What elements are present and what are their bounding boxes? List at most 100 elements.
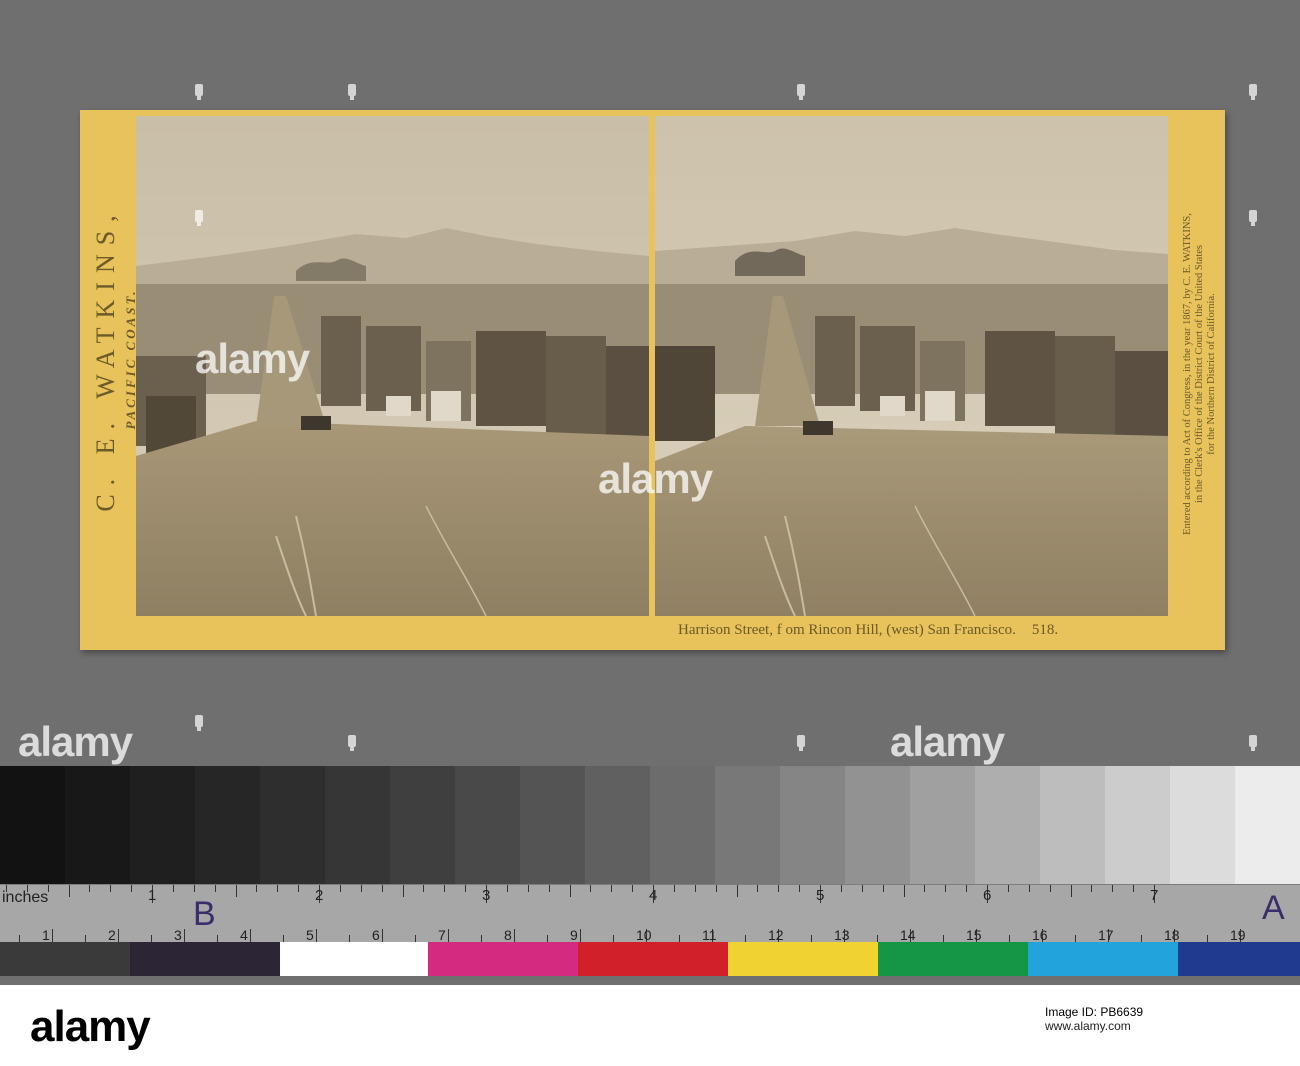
color-patch [130,942,280,976]
cm-label: 5 [306,927,314,943]
ruler-tick [52,929,53,943]
grey-step [845,766,910,884]
ruler-tick [277,885,279,892]
ruler-tick [360,885,362,892]
ruler-tick [840,885,842,892]
ruler-tick [514,929,515,943]
ruler-tick [673,885,675,892]
ruler-tick [214,885,216,892]
cm-label: 6 [372,927,380,943]
cm-label: 4 [240,927,248,943]
ruler-tick [632,885,634,892]
copyright-line: Entered according to Act of Congress, in… [1182,213,1193,535]
stereo-photo-right [655,116,1168,616]
ruler-tick [47,885,49,892]
ruler-tick [611,885,613,892]
ruler-tick [1133,885,1135,892]
cm-label: 15 [966,927,982,943]
ruler-tick [250,929,251,943]
ruler-tick [924,885,926,892]
cm-label: 18 [1164,927,1180,943]
inch-label: 6 [983,887,992,904]
copyright-line: in the Clerk's Office of the District Co… [1194,244,1205,504]
grey-step [390,766,455,884]
ruler-tick [316,929,317,943]
registration-marker-icon [1247,210,1259,226]
ruler-tick [1112,885,1114,892]
cm-label: 12 [768,927,784,943]
color-patch [1028,942,1178,976]
grey-scale-target [0,766,1300,884]
watermark: alamy [195,335,310,382]
registration-marker-icon [346,84,358,100]
cm-label: 11 [702,927,717,943]
ruler-tick [1049,885,1051,892]
photo-caption: Harrison Street, f om Rincon Hill, (west… [678,622,1208,644]
ruler-tick [110,885,112,892]
measurement-ruler: inches B A 1 2 3 4 5 6 7 1 2 3 4 5 6 7 8 9 10 11 12 13 14 15 1… [0,884,1300,943]
cm-label: 13 [834,927,850,943]
image-id-label: Image ID: PB6639 [1045,1005,1144,1019]
grey-step [1170,766,1235,884]
ruler-tick [966,885,968,892]
inch-label: 7 [1150,887,1159,904]
registration-marker-icon [795,735,807,751]
ruler-tick [506,885,508,892]
grey-step [260,766,325,884]
ruler-tick [256,885,258,892]
registration-marker-icon [795,84,807,100]
grey-step [1235,766,1300,884]
ruler-tick [882,885,884,892]
inch-label: 3 [482,887,491,904]
grey-step [650,766,715,884]
grey-step [455,766,520,884]
grey-step [585,766,650,884]
registration-marker-icon [193,210,205,226]
copyright-line: for the Northern District of California. [1206,293,1217,455]
ruler-tick [715,885,717,892]
ruler-tick [131,885,133,892]
color-patch [280,942,428,976]
ruler-tick [26,885,28,892]
ruler-tick [861,885,863,892]
ruler-tick [903,885,905,897]
grey-step [520,766,585,884]
cm-label: 1 [42,927,50,943]
ruler-tick [527,885,529,892]
ruler-tick [757,885,759,892]
watermark: alamy [598,455,713,502]
color-patch [878,942,1028,976]
cm-label: 16 [1032,927,1048,943]
color-patch [578,942,728,976]
ruler-tick [580,929,581,943]
ruler-tick [423,885,425,892]
alamy-logo: alamy [30,1002,151,1051]
inch-label: 1 [148,887,157,904]
ruler-tick [298,885,300,892]
grey-step [1105,766,1170,884]
grey-step [910,766,975,884]
ruler-tick [569,885,571,897]
grey-step [195,766,260,884]
cm-label: 9 [570,927,578,943]
image-id-block: Image ID: PB6639 www.alamy.com [1045,1005,1285,1050]
cm-label: 2 [108,927,116,943]
cm-label: 8 [504,927,512,943]
registration-marker-icon [1247,735,1259,751]
ruler-tick [1028,885,1030,892]
handwritten-mark-right: A [1262,889,1285,927]
ruler-tick [1091,885,1093,892]
ruler-tick [736,885,738,897]
ruler-tick [799,885,801,892]
ruler-tick [548,885,550,892]
color-patch [428,942,578,976]
watermark: alamy [890,718,1005,765]
ruler-tick [118,929,119,943]
ruler-tick [193,885,195,892]
grey-step [0,766,65,884]
ruler-tick [945,885,947,892]
color-calibration-target [0,942,1300,976]
color-patch [0,942,130,976]
inch-label: 5 [816,887,825,904]
registration-marker-icon [346,735,358,751]
